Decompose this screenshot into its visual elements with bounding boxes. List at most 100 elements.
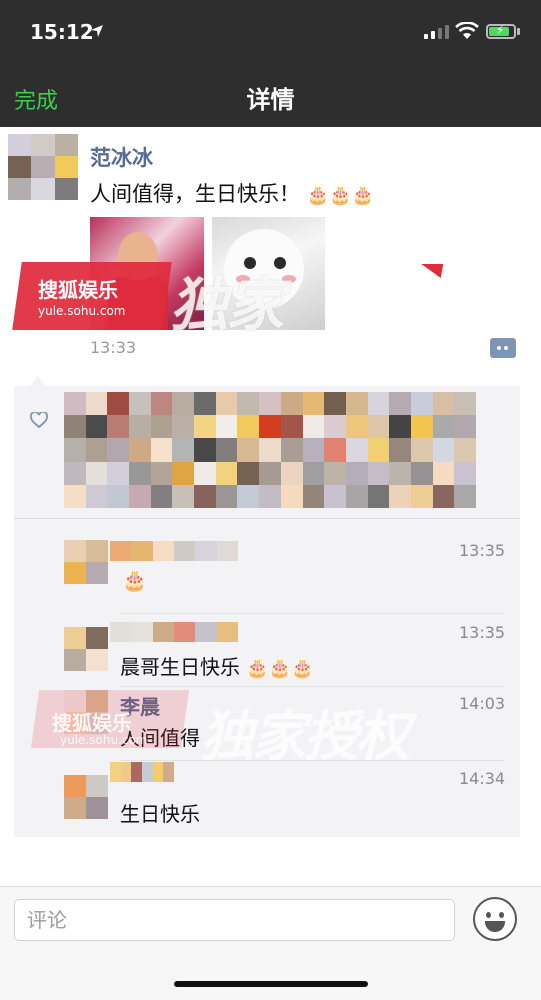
blur-cell [454, 415, 476, 439]
blur-cell [432, 392, 455, 416]
blur-cell [64, 540, 86, 562]
blur-cell [131, 541, 153, 561]
blur-cell [54, 134, 78, 156]
blur-cell [302, 392, 325, 416]
blur-cell [410, 438, 433, 462]
blur-cell [142, 762, 153, 782]
cake-emoji: 🎂🎂🎂 [246, 658, 314, 679]
blur-cell [129, 392, 151, 416]
blur-cell [410, 484, 433, 508]
blur-cell [64, 797, 86, 819]
comment-divider [120, 760, 504, 761]
blur-cell [86, 797, 108, 819]
blur-cell [64, 461, 86, 485]
comment-time: 14:34 [459, 769, 506, 788]
comment-divider [120, 613, 504, 614]
blur-cell [389, 415, 411, 439]
author-avatar[interactable] [8, 134, 78, 200]
blur-cell [410, 415, 433, 439]
blur-cell [174, 541, 196, 561]
blur-cell [237, 461, 260, 485]
blur-cell [85, 438, 108, 462]
likes-list-blurred[interactable] [64, 392, 476, 508]
blur-cell [367, 415, 390, 439]
blur-cell [194, 484, 216, 508]
blur-cell [432, 484, 455, 508]
author-name[interactable]: 范冰冰 [90, 142, 153, 172]
comment-time: 14:03 [459, 694, 506, 713]
more-icon[interactable] [490, 338, 516, 358]
blur-cell [64, 649, 86, 671]
blur-cell [345, 438, 368, 462]
post-text: 人间值得，生日快乐！ 🎂🎂🎂 [90, 178, 374, 208]
page-title: 详情 [246, 86, 295, 114]
blur-cell [85, 484, 108, 508]
comment-avatar[interactable] [64, 627, 108, 671]
blur-cell [367, 484, 390, 508]
blur-cell [129, 438, 151, 462]
blur-cell [64, 415, 86, 439]
blur-cell [454, 438, 476, 462]
post-text-body: 人间值得，生日快乐！ [90, 182, 300, 206]
comment-input[interactable] [14, 899, 455, 941]
blur-cell [324, 438, 346, 462]
blur-cell [64, 484, 86, 508]
blur-cell [64, 627, 86, 649]
blur-cell [302, 461, 325, 485]
blur-cell [345, 484, 368, 508]
watermark-overlay: 独家 [170, 271, 284, 339]
blur-cell [152, 762, 164, 782]
emoji-icon[interactable] [473, 897, 517, 941]
blur-cell [324, 415, 346, 439]
blur-cell [259, 438, 281, 462]
blur-cell [302, 415, 325, 439]
blur-cell [432, 461, 455, 485]
blur-cell [64, 438, 86, 462]
blur-cell [259, 484, 281, 508]
blur-cell [410, 461, 433, 485]
home-indicator[interactable] [174, 981, 368, 987]
comment-name-blurred[interactable] [110, 622, 238, 642]
blur-cell [110, 762, 121, 782]
blur-cell [410, 392, 433, 416]
blur-cell [107, 415, 130, 439]
blur-cell [194, 415, 216, 439]
blur-cell [86, 775, 108, 797]
blur-cell [259, 415, 281, 439]
blur-cell [237, 484, 260, 508]
blur-cell [131, 762, 142, 782]
blur-cell [367, 438, 390, 462]
comment-name-blurred[interactable] [110, 762, 174, 782]
status-time: 15:12 [30, 20, 94, 44]
blur-cell [215, 415, 238, 439]
blur-cell [215, 461, 238, 485]
blur-cell [174, 622, 196, 642]
blur-cell [237, 415, 260, 439]
blur-cell [454, 484, 476, 508]
blur-cell [280, 392, 303, 416]
blur-cell [86, 649, 108, 671]
watermark-brand-2: 搜狐娱乐 [52, 711, 132, 735]
comment-text: 🎂 [122, 568, 147, 592]
blur-cell [194, 461, 216, 485]
blur-cell [8, 134, 32, 156]
blur-cell [216, 541, 238, 561]
location-arrow-icon [91, 25, 103, 37]
battery-cap [517, 28, 520, 35]
blur-cell [110, 622, 132, 642]
blur-cell [324, 461, 346, 485]
comment-avatar[interactable] [64, 775, 108, 819]
blur-cell [86, 627, 108, 649]
blur-cell [31, 156, 55, 178]
blur-cell [195, 622, 217, 642]
blur-cell [152, 622, 174, 642]
comment-name-blurred[interactable] [110, 541, 238, 561]
blur-cell [85, 392, 108, 416]
blur-cell [280, 415, 303, 439]
signal-icon [424, 25, 449, 39]
blur-cell [389, 484, 411, 508]
blur-cell [152, 541, 174, 561]
blur-cell [216, 622, 238, 642]
blur-cell [163, 762, 174, 782]
comment-avatar[interactable] [64, 540, 108, 584]
